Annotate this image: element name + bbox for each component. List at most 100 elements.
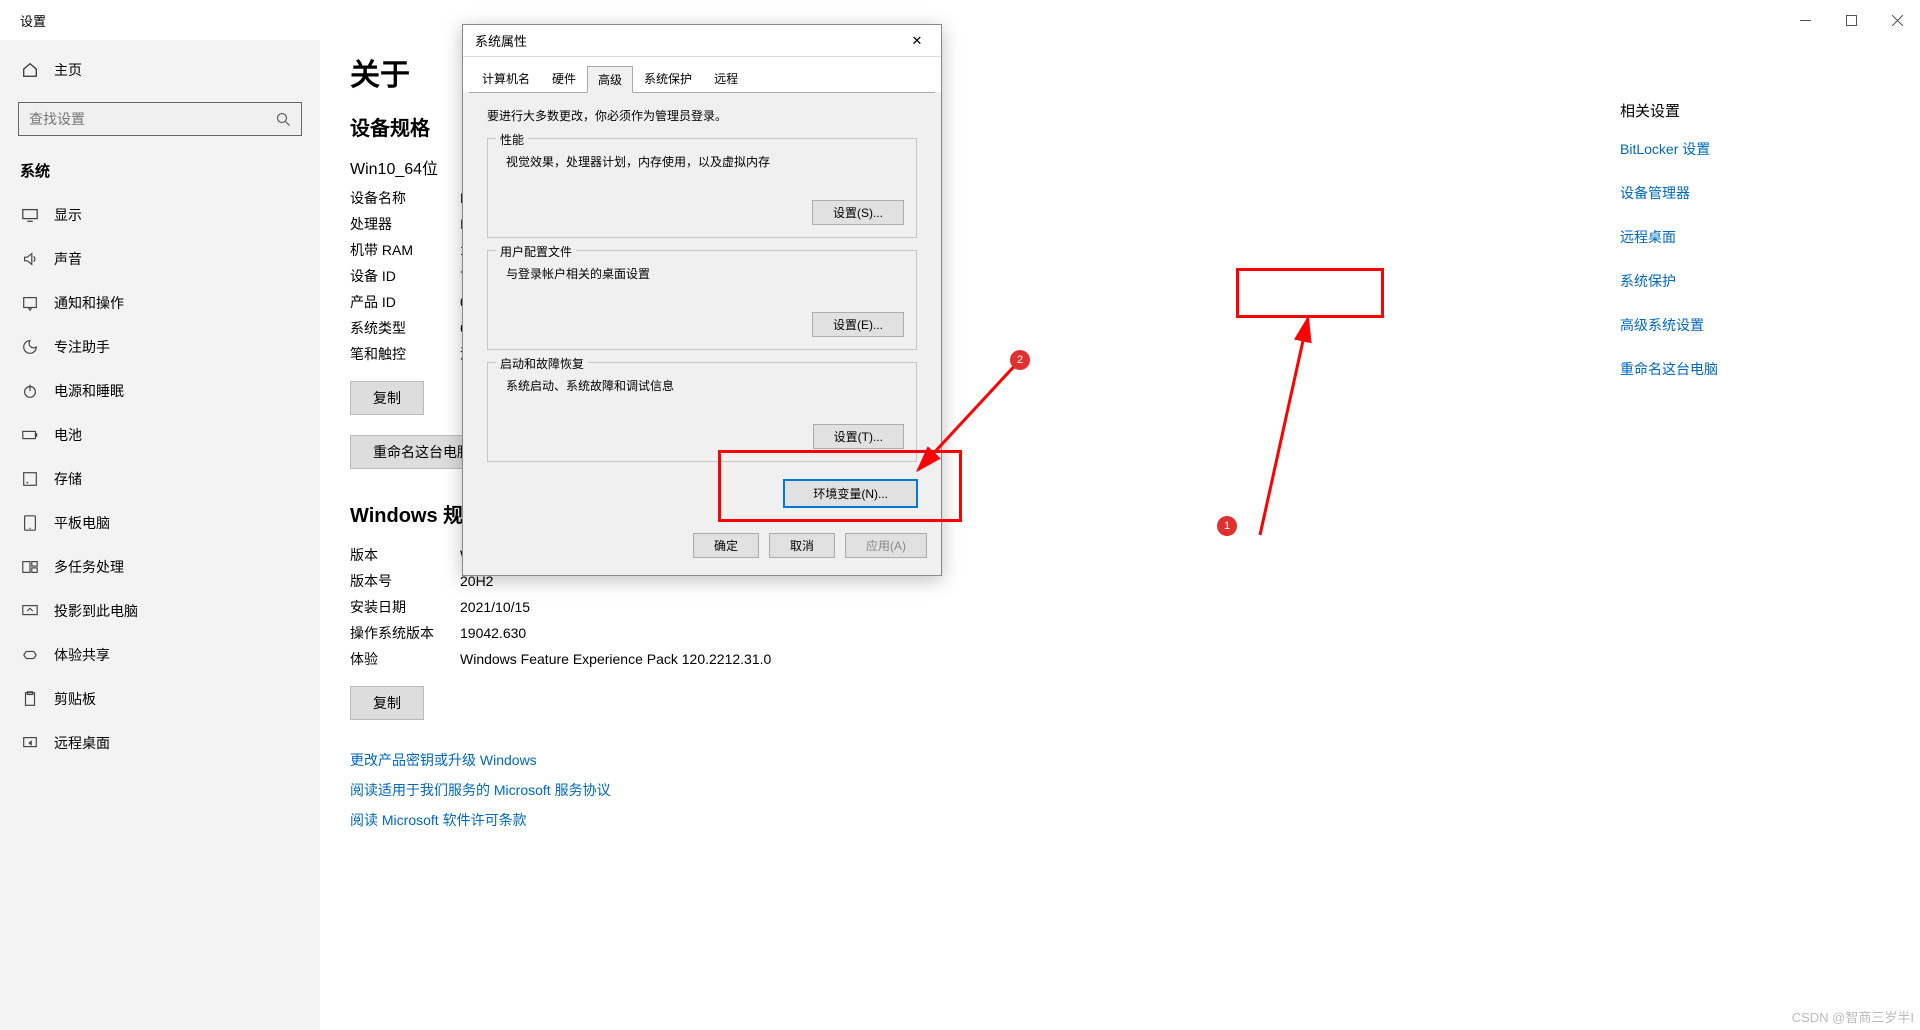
nav-label: 多任务处理	[54, 557, 124, 577]
spec-label: 版本	[350, 542, 460, 568]
close-button[interactable]	[1874, 4, 1920, 36]
search-input[interactable]	[29, 111, 276, 127]
power-icon	[20, 381, 40, 401]
nav-item-tablet[interactable]: 平板电脑	[0, 501, 320, 545]
nav-label: 投影到此电脑	[54, 601, 138, 621]
nav-label: 电源和睡眠	[54, 381, 124, 401]
environment-variables-button[interactable]: 环境变量(N)...	[784, 480, 917, 507]
link-license-terms[interactable]: 阅读 Microsoft 软件许可条款	[350, 810, 1890, 830]
spec-label: 设备 ID	[350, 263, 460, 289]
device-spec-table: 设备名称PC处理器Int机带 RAM16.设备 ID72产品 ID00系统类型6…	[350, 185, 479, 367]
maximize-button[interactable]	[1828, 4, 1874, 36]
nav-label: 远程桌面	[54, 733, 110, 753]
search-box[interactable]	[18, 102, 302, 136]
remote-icon	[20, 733, 40, 753]
nav-item-clipboard[interactable]: 剪贴板	[0, 677, 320, 721]
spec-label: 设备名称	[350, 185, 460, 211]
nav-item-shared[interactable]: 体验共享	[0, 633, 320, 677]
tab-计算机名[interactable]: 计算机名	[471, 65, 541, 92]
tab-系统保护[interactable]: 系统保护	[633, 65, 703, 92]
fieldset-desc: 系统启动、系统故障和调试信息	[506, 377, 904, 394]
spec-row: 系统类型64	[350, 315, 479, 341]
dialog-body: 要进行大多数更改，你必须作为管理员登录。 性能 视觉效果，处理器计划，内存使用，…	[469, 92, 935, 523]
fieldset-0: 性能 视觉效果，处理器计划，内存使用，以及虚拟内存 设置(S)...	[487, 138, 917, 238]
fieldset-desc: 视觉效果，处理器计划，内存使用，以及虚拟内存	[506, 153, 904, 170]
fieldset-legend: 性能	[496, 131, 528, 148]
nav-label: 剪贴板	[54, 689, 96, 709]
nav-label: 通知和操作	[54, 293, 124, 313]
nav-item-sound[interactable]: 声音	[0, 237, 320, 281]
window-title: 设置	[20, 11, 46, 30]
nav-label: 专注助手	[54, 337, 110, 357]
minimize-button[interactable]	[1782, 4, 1828, 36]
spec-label: 操作系统版本	[350, 620, 460, 646]
settings-button-0[interactable]: 设置(S)...	[812, 200, 904, 225]
tab-远程[interactable]: 远程	[703, 65, 749, 92]
nav-item-battery[interactable]: 电池	[0, 413, 320, 457]
dialog-ok-button[interactable]: 确定	[693, 533, 759, 558]
nav-item-projecting[interactable]: 投影到此电脑	[0, 589, 320, 633]
spec-value: 2021/10/15	[460, 594, 771, 620]
related-link-5[interactable]: 重命名这台电脑	[1620, 359, 1840, 379]
sidebar: 主页 系统 显示声音通知和操作专注助手电源和睡眠电池存储平板电脑多任务处理投影到…	[0, 40, 320, 1030]
settings-button-1[interactable]: 设置(E)...	[812, 312, 904, 337]
nav-item-notify[interactable]: 通知和操作	[0, 281, 320, 325]
spec-row: 机带 RAM16.	[350, 237, 479, 263]
nav-item-multitask[interactable]: 多任务处理	[0, 545, 320, 589]
spec-value: Windows Feature Experience Pack 120.2212…	[460, 646, 771, 672]
dialog-titlebar: 系统属性 ✕	[463, 25, 941, 57]
spec-label: 笔和触控	[350, 341, 460, 367]
spec-label: 处理器	[350, 211, 460, 237]
spec-row: 产品 ID00	[350, 289, 479, 315]
dialog-cancel-button[interactable]: 取消	[769, 533, 835, 558]
spec-value: 19042.630	[460, 620, 771, 646]
spec-row: 设备 ID72	[350, 263, 479, 289]
link-service-agreement[interactable]: 阅读适用于我们服务的 Microsoft 服务协议	[350, 780, 1890, 800]
tab-strip: 计算机名硬件高级系统保护远程	[463, 57, 941, 92]
related-link-0[interactable]: BitLocker 设置	[1620, 139, 1840, 159]
nav-item-storage[interactable]: 存储	[0, 457, 320, 501]
nav-label: 平板电脑	[54, 513, 110, 533]
settings-button-2[interactable]: 设置(T)...	[813, 424, 904, 449]
related-link-3[interactable]: 系统保护	[1620, 271, 1840, 291]
dialog-apply-button[interactable]: 应用(A)	[845, 533, 927, 558]
projecting-icon	[20, 601, 40, 621]
fieldset-legend: 启动和故障恢复	[496, 355, 588, 372]
related-link-4[interactable]: 高级系统设置	[1620, 315, 1840, 335]
spec-label: 系统类型	[350, 315, 460, 341]
related-link-2[interactable]: 远程桌面	[1620, 227, 1840, 247]
tablet-icon	[20, 513, 40, 533]
link-product-key[interactable]: 更改产品密钥或升级 Windows	[350, 750, 1890, 770]
system-properties-dialog: 系统属性 ✕ 计算机名硬件高级系统保护远程 要进行大多数更改，你必须作为管理员登…	[462, 24, 942, 576]
nav-label: 体验共享	[54, 645, 110, 665]
multitask-icon	[20, 557, 40, 577]
spec-row: 设备名称PC	[350, 185, 479, 211]
related-title: 相关设置	[1620, 100, 1840, 121]
storage-icon	[20, 469, 40, 489]
search-icon	[276, 112, 291, 127]
related-link-1[interactable]: 设备管理器	[1620, 183, 1840, 203]
spec-label: 体验	[350, 646, 460, 672]
related-settings: 相关设置 BitLocker 设置设备管理器远程桌面系统保护高级系统设置重命名这…	[1620, 100, 1840, 403]
fieldset-1: 用户配置文件 与登录帐户相关的桌面设置 设置(E)...	[487, 250, 917, 350]
nav-item-power[interactable]: 电源和睡眠	[0, 369, 320, 413]
nav-label: 存储	[54, 469, 82, 489]
tab-硬件[interactable]: 硬件	[541, 65, 587, 92]
nav-item-remote[interactable]: 远程桌面	[0, 721, 320, 765]
nav-label: 显示	[54, 205, 82, 225]
tab-高级[interactable]: 高级	[587, 66, 633, 93]
home-icon	[20, 60, 40, 80]
dialog-close-button[interactable]: ✕	[905, 33, 929, 49]
spec-row: 笔和触控没	[350, 341, 479, 367]
home-nav[interactable]: 主页	[0, 50, 320, 90]
copy-button-2[interactable]: 复制	[350, 686, 424, 720]
nav-item-display[interactable]: 显示	[0, 193, 320, 237]
copy-button[interactable]: 复制	[350, 381, 424, 415]
spec-row: 处理器Int	[350, 211, 479, 237]
notify-icon	[20, 293, 40, 313]
spec-row: 体验Windows Feature Experience Pack 120.22…	[350, 646, 771, 672]
watermark: CSDN @智商三岁半I	[1792, 1007, 1914, 1026]
titlebar-controls	[1782, 4, 1920, 36]
shared-icon	[20, 645, 40, 665]
nav-item-focus[interactable]: 专注助手	[0, 325, 320, 369]
